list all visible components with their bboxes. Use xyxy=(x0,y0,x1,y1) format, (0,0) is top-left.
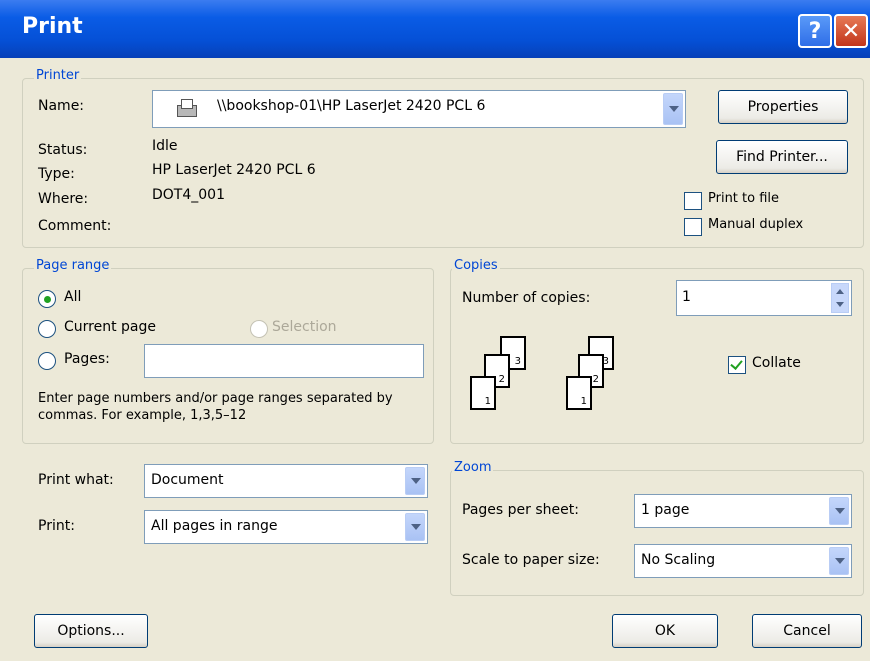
page-range-hint: Enter page numbers and/or page ranges se… xyxy=(38,391,393,423)
print-label: Print: xyxy=(38,518,75,534)
print-what-value: Document xyxy=(151,472,224,488)
window-title: Print xyxy=(22,14,83,39)
number-of-copies-label: Number of copies: xyxy=(462,290,591,306)
page-number: 1 xyxy=(580,396,587,407)
chevron-down-icon[interactable] xyxy=(663,93,683,125)
properties-button[interactable]: Properties xyxy=(718,90,848,124)
pages-input[interactable] xyxy=(144,344,424,378)
status-value: Idle xyxy=(152,138,178,154)
printer-group-label: Printer xyxy=(34,68,82,83)
scale-to-paper-size-select[interactable]: No Scaling xyxy=(634,544,852,578)
chevron-down-icon[interactable] xyxy=(829,547,849,575)
radio-selected-dot xyxy=(44,296,51,303)
close-button[interactable]: ✕ xyxy=(834,14,868,48)
printer-name-select[interactable]: \\bookshop-01\HP LaserJet 2420 PCL 6 xyxy=(152,90,686,128)
pages-radio-label[interactable]: Pages: xyxy=(64,351,110,367)
ok-button[interactable]: OK xyxy=(612,614,718,648)
type-value: HP LaserJet 2420 PCL 6 xyxy=(152,162,316,178)
comment-label: Comment: xyxy=(38,218,112,234)
page-number: 2 xyxy=(498,374,505,385)
print-to-file-label[interactable]: Print to file xyxy=(708,191,779,206)
page-range-group-label: Page range xyxy=(34,258,112,273)
pages-per-sheet-label: Pages per sheet: xyxy=(462,502,579,518)
chevron-down-icon[interactable] xyxy=(829,497,849,525)
find-printer-button[interactable]: Find Printer... xyxy=(716,140,848,174)
page-number: 3 xyxy=(514,356,521,367)
selection-radio[interactable] xyxy=(250,320,268,338)
print-to-file-checkbox[interactable] xyxy=(684,192,702,210)
print-value: All pages in range xyxy=(151,518,278,534)
page-number: 2 xyxy=(592,374,599,385)
collated-pages-icon: 3 2 1 xyxy=(562,332,632,424)
selection-radio-label[interactable]: Selection xyxy=(272,319,337,335)
collated-pages-icon: 3 2 1 xyxy=(468,332,538,424)
pages-radio[interactable] xyxy=(38,352,56,370)
type-label: Type: xyxy=(38,166,75,182)
current-page-radio-label[interactable]: Current page xyxy=(64,319,156,335)
where-value: DOT4_001 xyxy=(152,187,225,203)
spin-arrows-icon[interactable] xyxy=(831,283,849,313)
zoom-group-label: Zoom xyxy=(452,460,494,475)
help-button[interactable]: ? xyxy=(798,14,832,48)
title-bar[interactable] xyxy=(0,0,870,58)
manual-duplex-label[interactable]: Manual duplex xyxy=(708,217,803,232)
all-radio[interactable] xyxy=(38,290,56,308)
collate-checkbox[interactable] xyxy=(728,356,746,374)
current-page-radio[interactable] xyxy=(38,320,56,338)
chevron-down-icon[interactable] xyxy=(405,513,425,541)
pages-per-sheet-value: 1 page xyxy=(641,502,690,518)
copies-group-label: Copies xyxy=(452,258,500,273)
copies-spinner[interactable]: 1 xyxy=(676,280,852,316)
printer-icon xyxy=(175,99,197,117)
print-what-select[interactable]: Document xyxy=(144,464,428,498)
where-label: Where: xyxy=(38,191,89,207)
printer-name-value: \\bookshop-01\HP LaserJet 2420 PCL 6 xyxy=(217,98,486,114)
options-button[interactable]: Options... xyxy=(34,614,148,648)
page-number: 1 xyxy=(484,396,491,407)
status-label: Status: xyxy=(38,142,88,158)
printer-name-label: Name: xyxy=(38,98,85,114)
print-select[interactable]: All pages in range xyxy=(144,510,428,544)
copies-value: 1 xyxy=(682,289,691,305)
all-radio-label[interactable]: All xyxy=(64,289,81,305)
scale-to-paper-size-label: Scale to paper size: xyxy=(462,552,600,568)
manual-duplex-checkbox[interactable] xyxy=(684,218,702,236)
scale-to-paper-size-value: No Scaling xyxy=(641,552,716,568)
check-icon xyxy=(730,357,743,370)
pages-per-sheet-select[interactable]: 1 page xyxy=(634,494,852,528)
cancel-button[interactable]: Cancel xyxy=(752,614,862,648)
collate-label[interactable]: Collate xyxy=(752,355,801,371)
chevron-down-icon[interactable] xyxy=(405,467,425,495)
print-what-label: Print what: xyxy=(38,472,114,488)
